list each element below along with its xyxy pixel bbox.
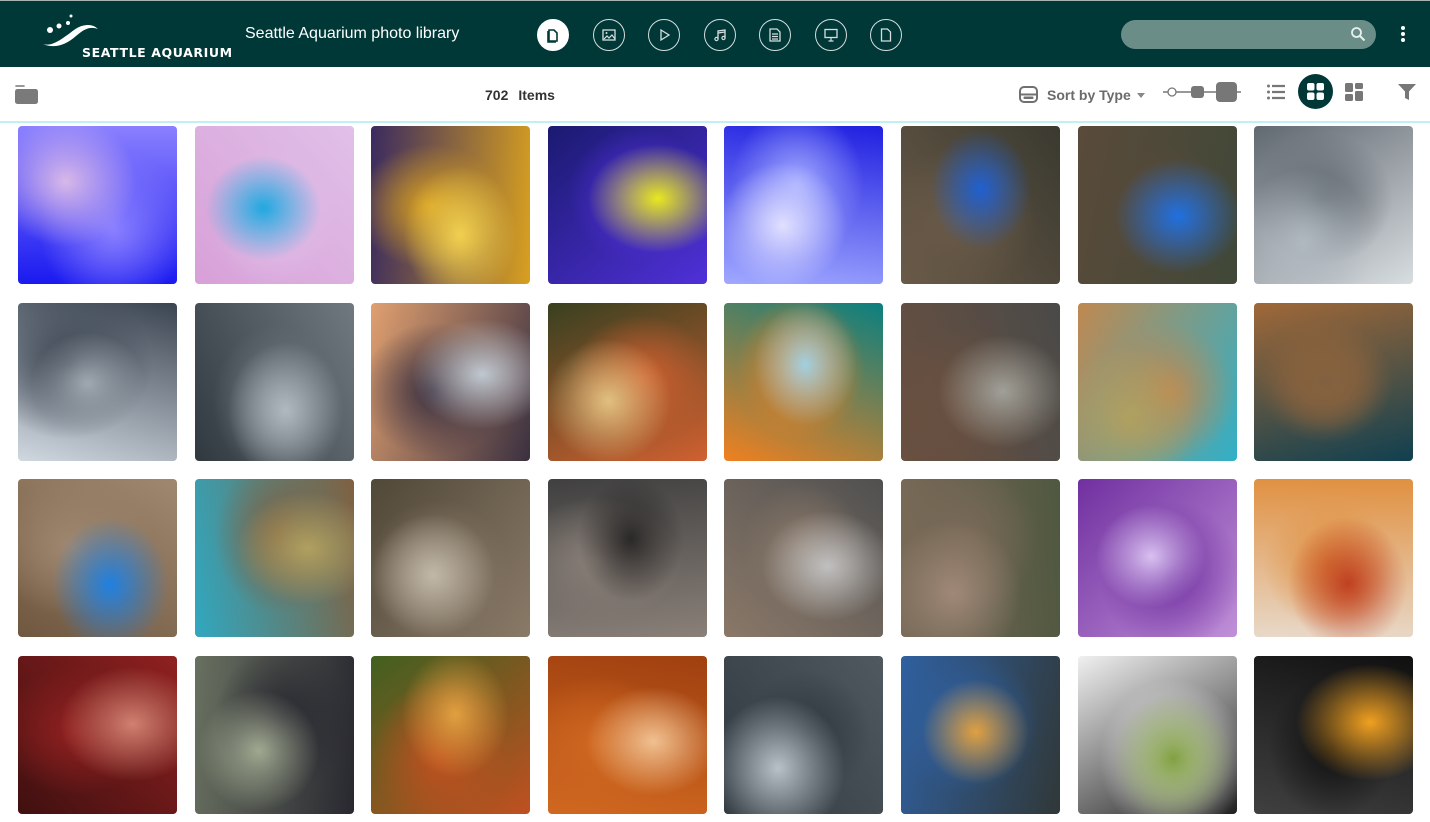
filter-documents-button[interactable] bbox=[759, 19, 791, 51]
size-large-handle bbox=[1216, 82, 1237, 102]
folder-icon[interactable] bbox=[14, 83, 39, 105]
grid-view-button[interactable] bbox=[1298, 74, 1333, 109]
photo-thumbnail[interactable] bbox=[18, 126, 177, 284]
photo-thumbnail[interactable] bbox=[900, 126, 1060, 284]
photo-thumbnail[interactable] bbox=[1254, 655, 1414, 814]
photo-thumbnail[interactable] bbox=[1077, 126, 1237, 284]
photo-thumbnail[interactable] bbox=[194, 126, 354, 284]
filter-audio-button[interactable] bbox=[703, 19, 736, 51]
photo-thumbnail[interactable] bbox=[371, 302, 531, 461]
blank-file-icon bbox=[880, 28, 892, 42]
photo-thumbnail[interactable] bbox=[724, 126, 884, 284]
photo-thumbnail[interactable] bbox=[1077, 655, 1237, 814]
type-filter-bar bbox=[537, 19, 902, 51]
search-icon[interactable] bbox=[1350, 26, 1366, 42]
list-view-icon[interactable] bbox=[1266, 82, 1286, 102]
photo-thumbnail[interactable] bbox=[1254, 302, 1414, 461]
photo-thumbnail[interactable] bbox=[900, 479, 1060, 637]
filter-presentations-button[interactable] bbox=[814, 19, 847, 51]
photo-grid bbox=[18, 126, 1414, 814]
filter-video-button[interactable] bbox=[648, 19, 680, 51]
photo-thumbnail[interactable] bbox=[724, 655, 884, 814]
grid-view-icon bbox=[1307, 83, 1324, 100]
photo-thumbnail[interactable] bbox=[724, 302, 884, 461]
chevron-down-icon bbox=[1136, 93, 1145, 98]
photo-thumbnail[interactable] bbox=[724, 479, 884, 637]
image-icon bbox=[601, 29, 616, 41]
photo-thumbnail[interactable] bbox=[18, 479, 177, 637]
play-icon bbox=[660, 28, 671, 42]
search-input[interactable] bbox=[1121, 20, 1341, 49]
size-small-handle bbox=[1167, 87, 1177, 97]
more-options-icon[interactable] bbox=[1396, 23, 1410, 45]
logo-text: SEATTLE AQUARIUM bbox=[82, 45, 233, 60]
sort-icon bbox=[1019, 86, 1038, 103]
photo-thumbnail[interactable] bbox=[1077, 302, 1237, 461]
toolbar: 702 Items Sort by Type bbox=[0, 67, 1430, 123]
photo-thumbnail[interactable] bbox=[18, 302, 177, 461]
item-count-label: Items bbox=[518, 87, 555, 103]
sort-dropdown[interactable]: Sort by Type bbox=[1019, 86, 1145, 103]
file-stack-icon bbox=[547, 29, 558, 43]
filter-all-files-button[interactable] bbox=[537, 19, 569, 51]
thumbnail-size-slider[interactable] bbox=[1162, 81, 1242, 103]
sort-label: Sort by Type bbox=[1047, 86, 1131, 103]
seattle-aquarium-logo[interactable]: SEATTLE AQUARIUM bbox=[40, 13, 232, 61]
photo-thumbnail[interactable] bbox=[18, 655, 177, 814]
photo-thumbnail[interactable] bbox=[900, 655, 1060, 814]
search-box bbox=[1121, 20, 1376, 49]
mosaic-view-icon[interactable] bbox=[1344, 82, 1364, 102]
photo-thumbnail[interactable] bbox=[371, 655, 531, 814]
photo-thumbnail[interactable] bbox=[1077, 479, 1237, 637]
size-medium-handle bbox=[1191, 86, 1204, 98]
photo-thumbnail[interactable] bbox=[194, 302, 354, 461]
photo-thumbnail[interactable] bbox=[1254, 126, 1414, 284]
photo-thumbnail[interactable] bbox=[371, 479, 531, 637]
photo-thumbnail[interactable] bbox=[547, 302, 707, 461]
presentation-icon bbox=[823, 28, 838, 42]
photo-thumbnail[interactable] bbox=[1254, 479, 1414, 637]
filter-icon[interactable] bbox=[1398, 84, 1416, 100]
item-count-value: 702 bbox=[485, 87, 509, 103]
app-title: Seattle Aquarium photo library bbox=[245, 25, 460, 42]
filter-other-button[interactable] bbox=[870, 19, 902, 51]
photo-thumbnail[interactable] bbox=[547, 479, 707, 637]
document-icon bbox=[769, 28, 781, 42]
photo-thumbnail[interactable] bbox=[194, 655, 354, 814]
photo-thumbnail[interactable] bbox=[547, 655, 707, 814]
filter-images-button[interactable] bbox=[592, 19, 625, 51]
photo-thumbnail[interactable] bbox=[371, 126, 531, 284]
music-note-icon bbox=[713, 29, 726, 42]
photo-thumbnail[interactable] bbox=[194, 479, 354, 637]
photo-thumbnail[interactable] bbox=[900, 302, 1060, 461]
item-count: 702 Items bbox=[485, 87, 555, 103]
photo-thumbnail[interactable] bbox=[547, 126, 707, 284]
top-bar: SEATTLE AQUARIUM Seattle Aquarium photo … bbox=[0, 0, 1430, 67]
